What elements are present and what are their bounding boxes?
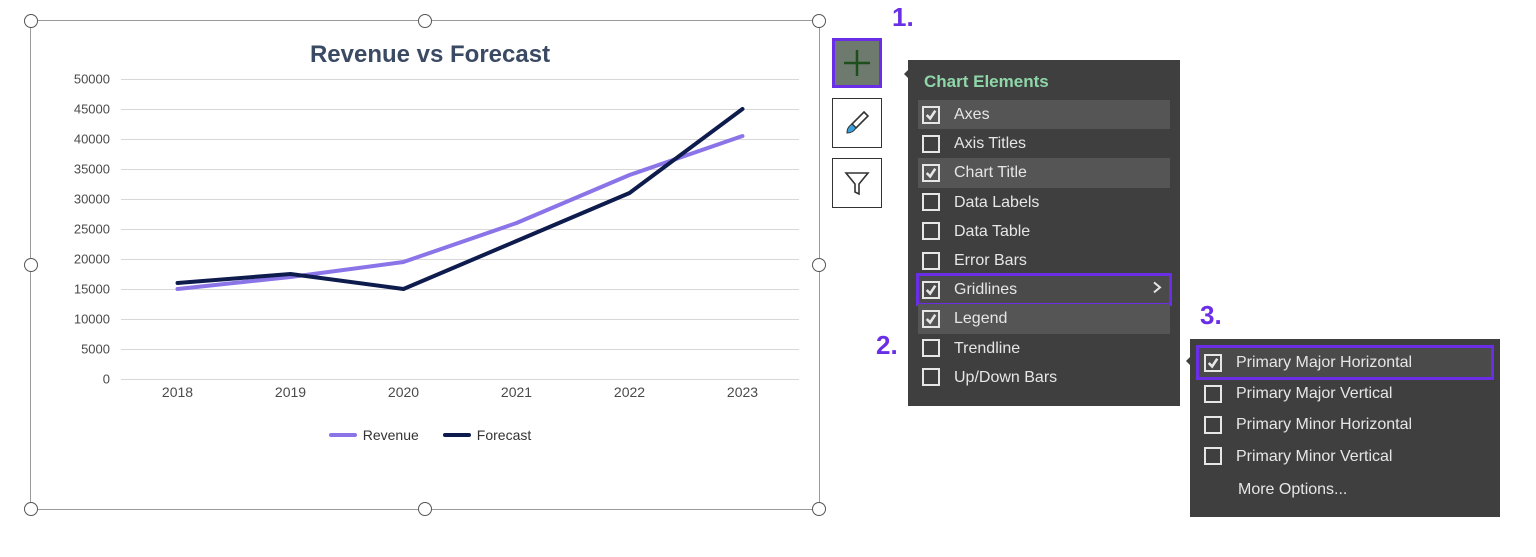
menu-item-axis-titles[interactable]: Axis Titles <box>918 129 1170 158</box>
y-tick: 45000 <box>74 102 110 117</box>
chart-elements-button[interactable] <box>832 38 882 88</box>
checkbox[interactable] <box>1204 447 1222 465</box>
y-tick: 15000 <box>74 282 110 297</box>
x-axis[interactable]: 201820192020202120222023 <box>121 384 799 419</box>
checkbox[interactable] <box>922 252 940 270</box>
legend-label: Revenue <box>363 427 419 443</box>
y-tick: 40000 <box>74 132 110 147</box>
legend-item-forecast[interactable]: Forecast <box>443 427 531 443</box>
checkbox[interactable] <box>922 106 940 124</box>
plot-area[interactable]: 0 5000 10000 15000 20000 25000 30000 35000 40000… <box>61 79 799 419</box>
legend-swatch <box>329 433 357 437</box>
menu-item-label: Data Labels <box>954 193 1039 212</box>
checkbox[interactable] <box>922 164 940 182</box>
checkbox[interactable] <box>1204 385 1222 403</box>
resize-handle[interactable] <box>418 14 432 28</box>
resize-handle[interactable] <box>812 502 826 516</box>
x-tick: 2021 <box>460 384 573 419</box>
menu-item-label: Legend <box>954 309 1007 328</box>
submenu-item-label: Primary Major Vertical <box>1236 384 1392 403</box>
legend[interactable]: Revenue Forecast <box>61 427 799 443</box>
menu-item-gridlines[interactable]: Gridlines <box>918 275 1170 304</box>
gridline <box>121 379 799 380</box>
checkbox[interactable] <box>922 368 940 386</box>
menu-item-up-down-bars[interactable]: Up/Down Bars <box>918 363 1170 392</box>
checkbox[interactable] <box>922 135 940 153</box>
menu-item-label: Error Bars <box>954 251 1027 270</box>
funnel-icon <box>842 168 872 198</box>
annotation-2: 2. <box>876 330 898 361</box>
checkbox[interactable] <box>922 339 940 357</box>
menu-item-label: Axes <box>954 105 990 124</box>
submenu-item-primary-minor-vertical[interactable]: Primary Minor Vertical <box>1198 441 1492 472</box>
resize-handle[interactable] <box>812 258 826 272</box>
submenu-item-primary-minor-horizontal[interactable]: Primary Minor Horizontal <box>1198 409 1492 440</box>
y-tick: 25000 <box>74 222 110 237</box>
submenu-item-label: Primary Minor Horizontal <box>1236 415 1412 434</box>
y-tick: 5000 <box>81 342 110 357</box>
checkbox[interactable] <box>1204 416 1222 434</box>
menu-item-label: Up/Down Bars <box>954 368 1057 387</box>
x-tick: 2020 <box>347 384 460 419</box>
menu-item-data-labels[interactable]: Data Labels <box>918 188 1170 217</box>
menu-item-label: Chart Title <box>954 163 1027 182</box>
x-tick: 2018 <box>121 384 234 419</box>
chart-filters-button[interactable] <box>832 158 882 208</box>
x-tick: 2019 <box>234 384 347 419</box>
x-tick: 2022 <box>573 384 686 419</box>
gridlines-submenu: Primary Major Horizontal Primary Major Ve… <box>1190 339 1500 517</box>
popup-title: Chart Elements <box>924 72 1170 92</box>
menu-item-label: Gridlines <box>954 280 1017 299</box>
chart-elements-popup: Chart Elements Axes Axis Titles Chart Titl… <box>908 60 1180 406</box>
menu-item-trendline[interactable]: Trendline <box>918 334 1170 363</box>
resize-handle[interactable] <box>812 14 826 28</box>
y-axis[interactable]: 0500010000150002000025000300003500040000… <box>61 79 116 379</box>
y-tick: 35000 <box>74 162 110 177</box>
checkbox[interactable] <box>922 222 940 240</box>
x-tick: 2023 <box>686 384 799 419</box>
menu-item-label: Axis Titles <box>954 134 1026 153</box>
resize-handle[interactable] <box>24 502 38 516</box>
checkbox[interactable] <box>1204 354 1222 372</box>
resize-handle[interactable] <box>418 502 432 516</box>
submenu-item-primary-major-horizontal[interactable]: Primary Major Horizontal <box>1198 347 1492 378</box>
plus-icon <box>842 48 872 78</box>
menu-item-label: Trendline <box>954 339 1020 358</box>
more-options-item[interactable]: More Options... <box>1198 472 1492 505</box>
menu-item-legend[interactable]: Legend <box>918 304 1170 333</box>
legend-item-revenue[interactable]: Revenue <box>329 427 419 443</box>
chart-title[interactable]: Revenue vs Forecast <box>61 41 799 69</box>
annotation-3: 3. <box>1200 300 1222 331</box>
y-tick: 10000 <box>74 312 110 327</box>
menu-item-label: Data Table <box>954 222 1030 241</box>
submenu-item-label: Primary Major Horizontal <box>1236 353 1412 372</box>
y-tick: 20000 <box>74 252 110 267</box>
annotation-1: 1. <box>892 2 914 33</box>
resize-handle[interactable] <box>24 14 38 28</box>
checkbox[interactable] <box>922 193 940 211</box>
series-line-forecast[interactable] <box>178 109 743 289</box>
brush-icon <box>842 108 872 138</box>
legend-swatch <box>443 433 471 437</box>
chevron-right-icon <box>1152 280 1162 299</box>
submenu-item-primary-major-vertical[interactable]: Primary Major Vertical <box>1198 378 1492 409</box>
chart-series[interactable] <box>121 79 799 379</box>
chart-side-buttons <box>832 38 882 208</box>
resize-handle[interactable] <box>24 258 38 272</box>
submenu-item-label: Primary Minor Vertical <box>1236 447 1392 466</box>
menu-item-chart-title[interactable]: Chart Title <box>918 158 1170 187</box>
y-tick: 50000 <box>74 72 110 87</box>
y-tick: 0 <box>103 372 110 387</box>
menu-item-axes[interactable]: Axes <box>918 100 1170 129</box>
checkbox[interactable] <box>922 281 940 299</box>
checkbox[interactable] <box>922 310 940 328</box>
menu-item-data-table[interactable]: Data Table <box>918 217 1170 246</box>
y-tick: 30000 <box>74 192 110 207</box>
chart-object[interactable]: Revenue vs Forecast 0 5000 10000 15000 20000… <box>30 20 820 510</box>
more-options-label: More Options... <box>1238 480 1347 499</box>
chart-styles-button[interactable] <box>832 98 882 148</box>
legend-label: Forecast <box>477 427 531 443</box>
menu-item-error-bars[interactable]: Error Bars <box>918 246 1170 275</box>
